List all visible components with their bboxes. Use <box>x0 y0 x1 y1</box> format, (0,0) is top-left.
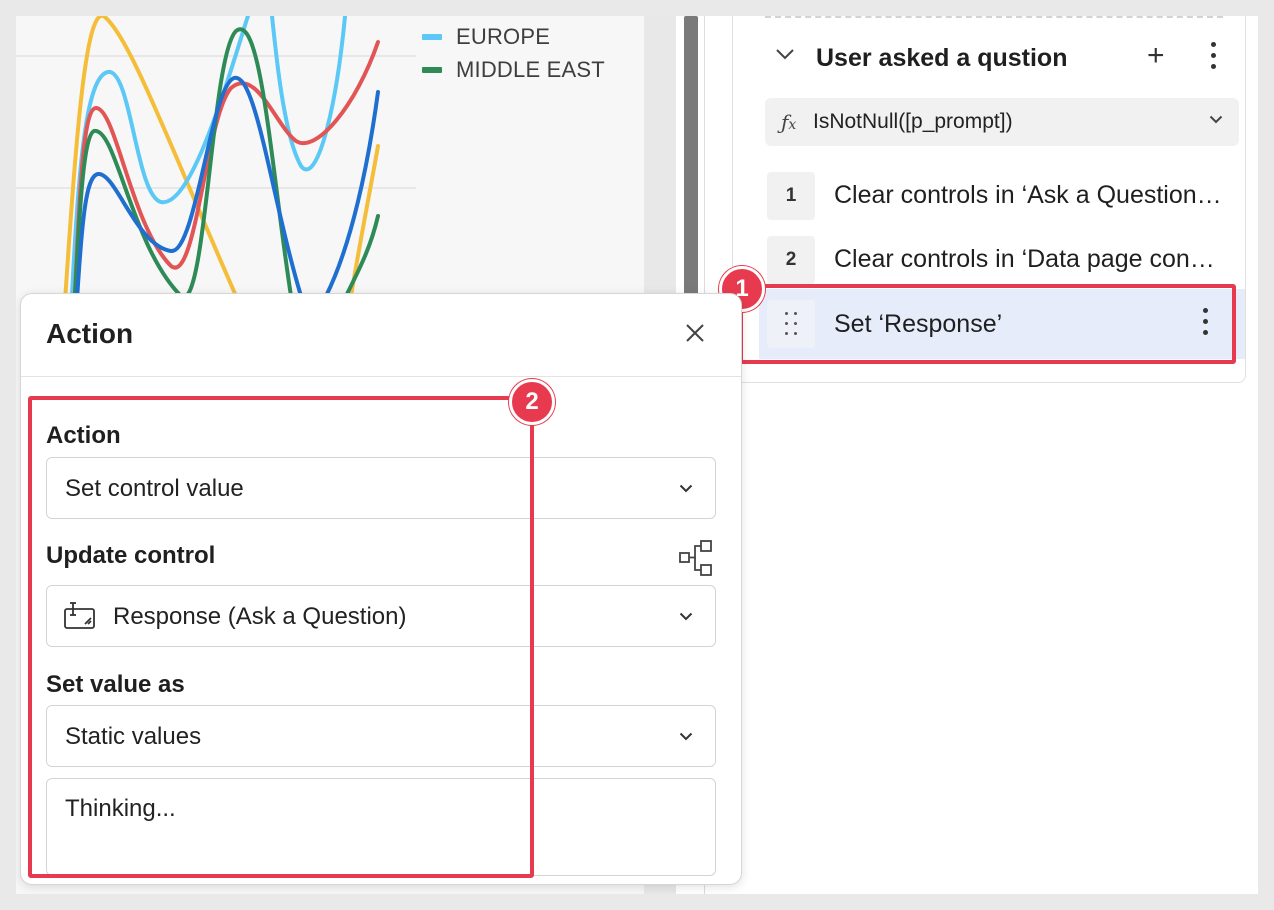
drop-zone-border <box>765 16 1223 18</box>
chevron-down-icon <box>679 732 693 741</box>
condition-formula[interactable]: ƒx IsNotNull([p_prompt]) <box>765 98 1239 146</box>
text-control-icon <box>64 602 95 629</box>
formula-text: IsNotNull([p_prompt]) <box>813 110 1013 133</box>
more-options-icon[interactable] <box>1211 42 1217 75</box>
action-type-select[interactable]: Set control value <box>46 457 716 519</box>
more-options-icon[interactable] <box>1203 308 1209 341</box>
legend-item-middle-east[interactable]: MIDDLE EAST <box>422 53 605 86</box>
legend-label: MIDDLE EAST <box>456 56 605 82</box>
step-number-badge: 1 <box>767 172 815 220</box>
select-value: Static values <box>65 723 202 750</box>
rule-title: User asked a qustion <box>816 44 1068 72</box>
close-icon[interactable] <box>685 323 705 343</box>
update-control-label: Update control <box>46 542 216 569</box>
modal-title: Action <box>46 318 134 349</box>
step-label: Clear controls in ‘Data page con… <box>834 245 1215 273</box>
action-step-1[interactable]: 1 Clear controls in ‘Ask a Question… <box>765 165 1245 227</box>
scrollbar-thumb[interactable] <box>684 16 698 316</box>
fx-icon: ƒx <box>781 110 797 134</box>
select-value: Response (Ask a Question) <box>113 603 407 630</box>
action-step-3-selected[interactable]: Set ‘Response’ <box>759 289 1245 359</box>
app-frame: EUROPE MIDDLE EAST User asked a qustion … <box>16 16 1258 894</box>
legend-swatch <box>422 33 442 40</box>
chevron-down-icon[interactable] <box>775 48 795 60</box>
drag-handle[interactable] <box>767 300 815 348</box>
legend-swatch <box>422 66 442 73</box>
static-value-input[interactable]: Thinking... <box>46 778 716 876</box>
update-control-select[interactable]: Response (Ask a Question) <box>46 585 716 647</box>
action-field-label: Action <box>46 422 121 449</box>
plus-icon[interactable]: + <box>1147 38 1165 74</box>
set-value-select[interactable]: Static values <box>46 705 716 767</box>
set-value-label: Set value as <box>46 671 185 698</box>
hierarchy-icon[interactable] <box>679 540 713 576</box>
callout-badge-2: 2 <box>509 379 555 425</box>
chevron-down-icon[interactable] <box>1209 115 1223 124</box>
series-line-lightblue-2 <box>269 16 348 172</box>
chart-legend: EUROPE MIDDLE EAST <box>422 20 605 86</box>
action-step-2[interactable]: 2 Clear controls in ‘Data page con… <box>765 229 1245 291</box>
step-label: Set ‘Response’ <box>834 310 1003 338</box>
chevron-down-icon <box>679 612 693 621</box>
step-number-badge: 2 <box>767 236 815 284</box>
rule-header: User asked a qustion + <box>733 36 1245 80</box>
legend-label: EUROPE <box>456 23 551 49</box>
legend-item-europe[interactable]: EUROPE <box>422 20 605 53</box>
select-value: Set control value <box>65 475 244 502</box>
chevron-down-icon <box>679 484 693 493</box>
step-label: Clear controls in ‘Ask a Question… <box>834 181 1222 209</box>
action-rule-card: User asked a qustion + ƒx IsNotNull([p_p… <box>732 16 1246 383</box>
action-modal: Action Action Set control value Update c… <box>20 293 742 885</box>
modal-header: Action <box>21 294 741 377</box>
drag-handle-icon <box>783 310 799 338</box>
series-lines <box>62 16 380 318</box>
